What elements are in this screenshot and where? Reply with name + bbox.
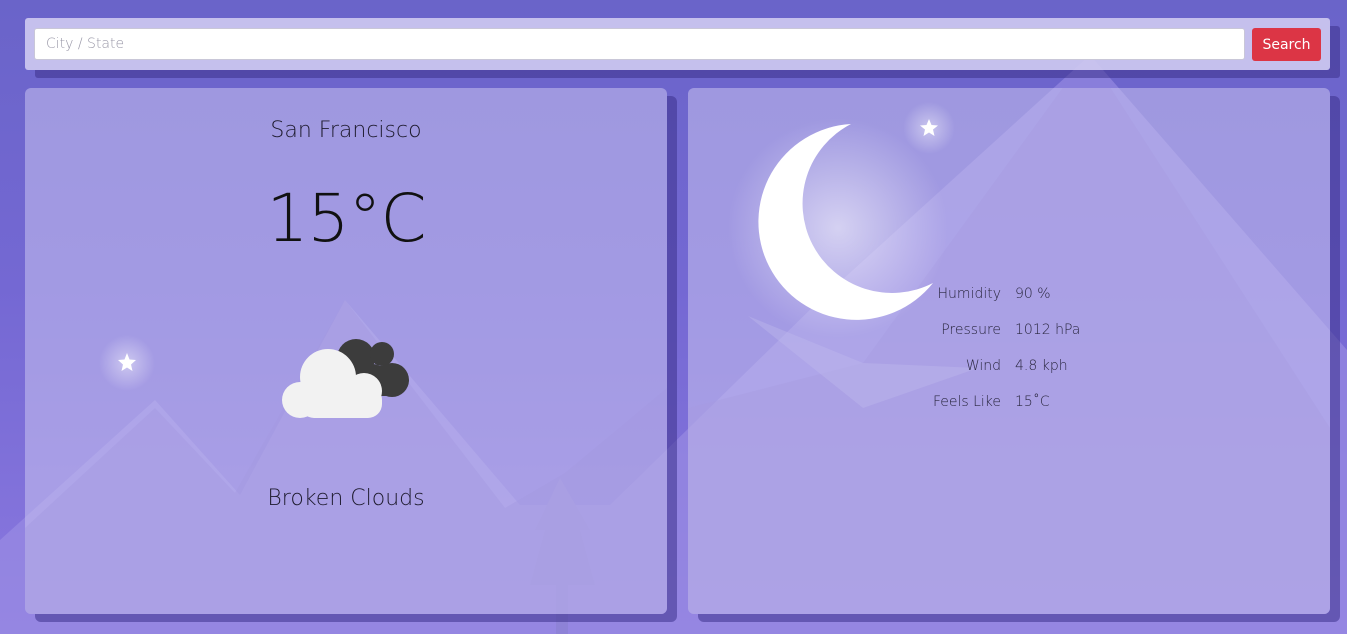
temperature-value: 15 <box>266 180 349 257</box>
current-weather-card: San Francisco 15°C Broken Clouds <box>25 88 667 614</box>
detail-row-humidity: Humidity 90 % <box>868 286 1168 322</box>
weather-details-card: Humidity 90 % Pressure 1012 hPa Wind 4.8… <box>688 88 1330 614</box>
pressure-label: Pressure <box>941 322 1001 338</box>
search-input[interactable] <box>34 28 1245 60</box>
humidity-value: 90 % <box>1015 286 1051 302</box>
wind-label: Wind <box>965 358 1001 374</box>
detail-row-pressure: Pressure 1012 hPa <box>868 322 1168 358</box>
feels-like-value: 15˚C <box>1015 394 1050 410</box>
weather-details: Humidity 90 % Pressure 1012 hPa Wind 4.8… <box>868 286 1168 430</box>
city-name: San Francisco <box>270 118 422 143</box>
search-bar: Search <box>25 18 1330 70</box>
temperature-display: 15°C <box>25 180 667 257</box>
weather-condition: Broken Clouds <box>267 486 425 511</box>
pressure-value: 1012 hPa <box>1015 322 1081 338</box>
broken-clouds-icon <box>282 339 409 418</box>
detail-row-wind: Wind 4.8 kph <box>868 358 1168 394</box>
search-button[interactable]: Search <box>1252 28 1321 61</box>
humidity-label: Humidity <box>937 286 1001 302</box>
feels-like-label: Feels Like <box>932 394 1001 410</box>
temperature-unit: °C <box>348 180 426 257</box>
wind-value: 4.8 kph <box>1015 358 1068 374</box>
detail-row-feels-like: Feels Like 15˚C <box>868 394 1168 430</box>
